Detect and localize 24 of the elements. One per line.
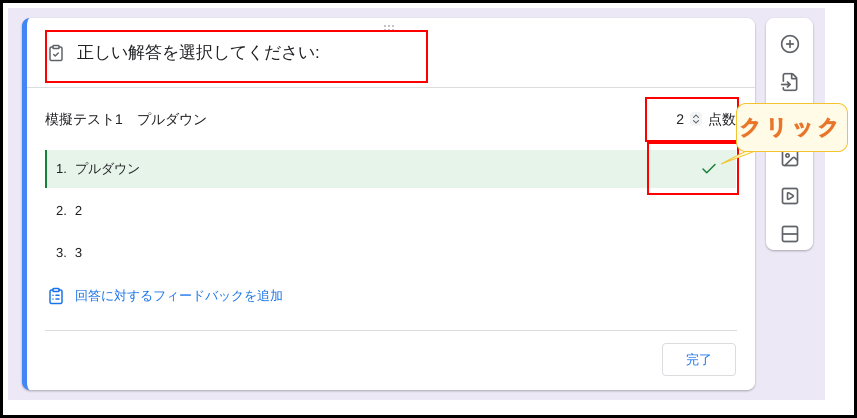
option-number: 2. bbox=[56, 203, 67, 218]
feedback-link[interactable]: 回答に対するフィードバックを追加 bbox=[75, 286, 283, 306]
section-icon[interactable] bbox=[780, 224, 800, 244]
option-number: 1. bbox=[56, 161, 67, 176]
clipboard-list-icon bbox=[47, 287, 65, 305]
clipboard-check-icon bbox=[47, 44, 65, 62]
stepper-icon[interactable] bbox=[690, 112, 702, 126]
answer-option[interactable]: 3. 3 bbox=[45, 234, 736, 272]
question-title: 正しい解答を選択してください: bbox=[77, 42, 320, 64]
import-icon[interactable] bbox=[780, 72, 800, 92]
video-icon[interactable] bbox=[780, 186, 800, 206]
callout-text: クリック bbox=[740, 114, 844, 141]
points-value[interactable]: 2 bbox=[676, 108, 684, 130]
done-button[interactable]: 完了 bbox=[662, 343, 736, 376]
option-text: プルダウン bbox=[74, 161, 140, 176]
add-icon[interactable] bbox=[780, 34, 800, 54]
question-label: 模擬テスト1 プルダウン bbox=[45, 110, 207, 128]
drag-handle-icon[interactable] bbox=[383, 25, 397, 31]
option-number: 3. bbox=[56, 245, 67, 260]
answer-option[interactable]: 1. プルダウン bbox=[45, 150, 736, 188]
points-label: 点数 bbox=[708, 110, 736, 128]
option-text: 3 bbox=[74, 245, 82, 260]
answer-option[interactable]: 2. 2 bbox=[45, 192, 736, 230]
option-text: 2 bbox=[74, 203, 82, 218]
